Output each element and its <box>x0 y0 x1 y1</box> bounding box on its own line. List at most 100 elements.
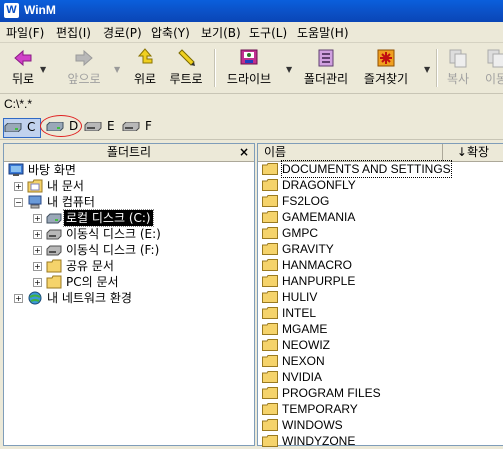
folder-icon <box>262 371 278 383</box>
forward-dropdown-icon[interactable]: ▼ <box>114 65 122 74</box>
column-header-ext-label: ↓확장 <box>456 145 490 159</box>
expand-icon[interactable]: + <box>14 294 23 303</box>
tree-item-my-documents[interactable]: + 내 문서 <box>8 178 248 194</box>
back-button[interactable]: 뒤로 <box>6 47 40 89</box>
folder-icon <box>262 291 278 303</box>
drive-button[interactable]: 드라이브 <box>222 47 276 89</box>
removable-drive-icon <box>46 245 62 256</box>
drive-d-label: D <box>69 119 79 133</box>
folder-icon <box>262 227 278 239</box>
folder-icon <box>262 195 278 207</box>
favorites-dropdown-icon[interactable]: ▼ <box>424 65 432 74</box>
path-bar: C:\*.* <box>0 94 503 114</box>
folder-icon <box>46 259 62 273</box>
close-icon[interactable]: × <box>239 144 249 161</box>
expand-icon[interactable]: + <box>33 278 42 287</box>
root-label: 루트로 <box>169 72 203 86</box>
expand-icon[interactable]: + <box>33 246 42 255</box>
tree-item-shared-docs[interactable]: + 공유 문서 <box>8 258 248 274</box>
folder-icon <box>262 403 278 415</box>
back-dropdown-icon[interactable]: ▼ <box>40 65 48 74</box>
tree-item-label: 내 네트워크 환경 <box>47 291 132 305</box>
removable-drive-icon <box>84 122 102 131</box>
folder-icon <box>46 275 62 289</box>
tree-item-label: 이동식 디스크 (F:) <box>66 243 160 257</box>
drive-f-button[interactable]: F <box>122 118 154 136</box>
menu-file[interactable]: 파일(F) <box>4 24 46 41</box>
folder-icon <box>262 179 278 191</box>
menu-compress[interactable]: 압축(Y) <box>149 24 192 41</box>
back-label: 뒤로 <box>11 72 35 86</box>
folder-name: WINDOWS <box>282 418 343 432</box>
folder-name: GAMEMANIA <box>282 210 356 224</box>
menu-help[interactable]: 도움말(H) <box>295 24 351 41</box>
hard-drive-icon <box>46 213 62 224</box>
forward-label: 앞으로 <box>67 72 101 86</box>
favorites-button[interactable]: 즐겨찾기 <box>360 47 412 89</box>
expand-icon[interactable]: + <box>33 262 42 271</box>
drive-d-button[interactable]: D <box>40 115 82 137</box>
toolbar-separator <box>436 49 438 87</box>
collapse-icon[interactable]: − <box>14 198 23 207</box>
expand-icon[interactable]: + <box>14 182 23 191</box>
up-button[interactable]: 위로 <box>128 47 162 89</box>
desktop-icon <box>8 163 24 176</box>
removable-drive-icon <box>46 229 62 240</box>
app-icon: W <box>4 3 19 18</box>
tree-item-label: 이동식 디스크 (E:) <box>66 227 161 241</box>
forward-button[interactable]: 앞으로 <box>62 47 106 89</box>
tree-item-label: 바탕 화면 <box>28 163 76 177</box>
menu-edit[interactable]: 편집(I) <box>54 24 93 41</box>
copy-button[interactable]: 복사 <box>442 47 474 89</box>
current-path[interactable]: C:\*.* <box>4 97 32 111</box>
tree-item-removable-e[interactable]: + 이동식 디스크 (E:) <box>8 226 248 242</box>
folder-name: HANPURPLE <box>282 274 356 288</box>
favorites-label: 즐겨찾기 <box>363 72 409 86</box>
expand-icon[interactable]: + <box>33 214 42 223</box>
folder-manage-icon <box>318 49 334 67</box>
menu-view[interactable]: 보기(B) <box>199 24 243 41</box>
drive-c-label: C <box>27 120 36 134</box>
folder-icon <box>262 435 278 447</box>
tree-item-removable-f[interactable]: + 이동식 디스크 (F:) <box>8 242 248 258</box>
folder-icon <box>262 355 278 367</box>
title-bar[interactable]: W WinM <box>0 0 503 22</box>
tree-item-local-disk-c[interactable]: + 로컬 디스크 (C:) <box>8 209 248 227</box>
drive-e-button[interactable]: E <box>84 118 116 136</box>
tree-item-pc-docs[interactable]: + PC의 문서 <box>8 274 248 290</box>
tree-item-desktop[interactable]: 바탕 화면 <box>8 162 248 178</box>
folder-icon <box>262 163 278 175</box>
move-button[interactable]: 이동 <box>480 47 503 89</box>
drive-dropdown-icon[interactable]: ▼ <box>286 65 294 74</box>
back-arrow-icon <box>14 49 32 67</box>
folder-name: TEMPORARY <box>282 402 358 416</box>
my-documents-icon <box>27 179 43 193</box>
folder-name: INTEL <box>282 306 317 320</box>
move-icon <box>487 49 503 68</box>
folder-icon <box>262 243 278 255</box>
root-button[interactable]: 루트로 <box>164 47 208 89</box>
tree-item-label: PC의 문서 <box>66 275 119 289</box>
expand-icon[interactable]: + <box>33 230 42 239</box>
column-header-ext[interactable]: ↓확장 <box>443 144 503 162</box>
folder-manage-button[interactable]: 폴더관리 <box>300 47 352 89</box>
drive-c-button[interactable]: C <box>3 118 41 138</box>
folder-name: MGAME <box>282 322 328 336</box>
copy-icon <box>449 49 467 68</box>
tree-item-network[interactable]: + 내 네트워크 환경 <box>8 290 248 306</box>
tree-item-my-computer[interactable]: − 내 컴퓨터 <box>8 194 248 210</box>
folder-name: NEOWIZ <box>282 338 330 352</box>
folder-name: WINDYZONE <box>282 434 356 448</box>
up-label: 위로 <box>133 72 157 86</box>
hard-drive-icon <box>46 122 64 131</box>
drive-icon <box>240 49 258 65</box>
root-pencil-icon <box>178 49 195 66</box>
folder-tree-title: 폴더트리 <box>106 145 152 159</box>
column-header-name[interactable]: 이름 <box>258 144 443 162</box>
folder-name: NEXON <box>282 354 325 368</box>
folder-icon <box>262 323 278 335</box>
menu-path[interactable]: 경로(P) <box>101 24 144 41</box>
forward-arrow-icon <box>75 49 93 67</box>
menu-tools[interactable]: 도구(L) <box>247 24 289 41</box>
drive-bar: C D E F <box>0 115 503 140</box>
